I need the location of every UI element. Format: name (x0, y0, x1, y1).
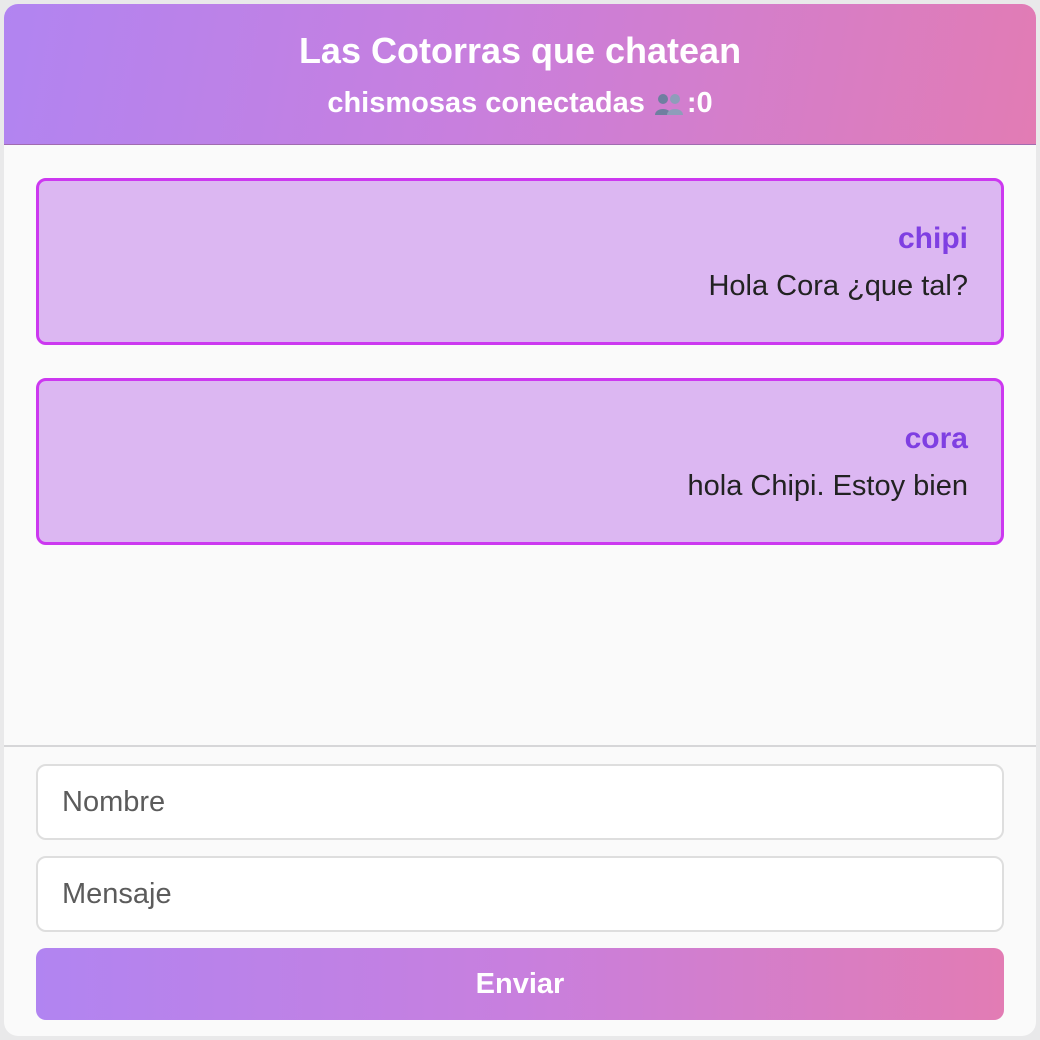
app-title: Las Cotorras que chatean (298, 30, 742, 71)
online-users-label: chismosas conectadas (327, 87, 645, 119)
chat-message: chipi Hola Cora ¿que tal? (36, 178, 1004, 345)
chat-message: cora hola Chipi. Estoy bien (36, 378, 1004, 545)
chat-app: Las Cotorras que chatean chismosas conec… (4, 4, 1036, 1036)
chat-header: Las Cotorras que chatean chismosas conec… (4, 4, 1036, 145)
online-users-count: :0 (686, 87, 713, 119)
divider (4, 745, 1036, 747)
message-text: hola Chipi. Estoy bien (687, 470, 969, 502)
message-author: chipi (897, 222, 968, 255)
online-users-status: chismosas conectadas :0 (327, 85, 712, 121)
send-button[interactable]: Enviar (36, 948, 1004, 1020)
message-list[interactable]: chipi Hola Cora ¿que tal? cora hola Chip… (4, 145, 1036, 746)
message-form: Enviar (36, 764, 1004, 1020)
message-text: Hola Cora ¿que tal? (708, 270, 968, 302)
message-author: cora (904, 422, 968, 455)
name-input[interactable] (36, 764, 1004, 840)
message-input[interactable] (36, 856, 1004, 932)
people-icon (653, 90, 685, 116)
